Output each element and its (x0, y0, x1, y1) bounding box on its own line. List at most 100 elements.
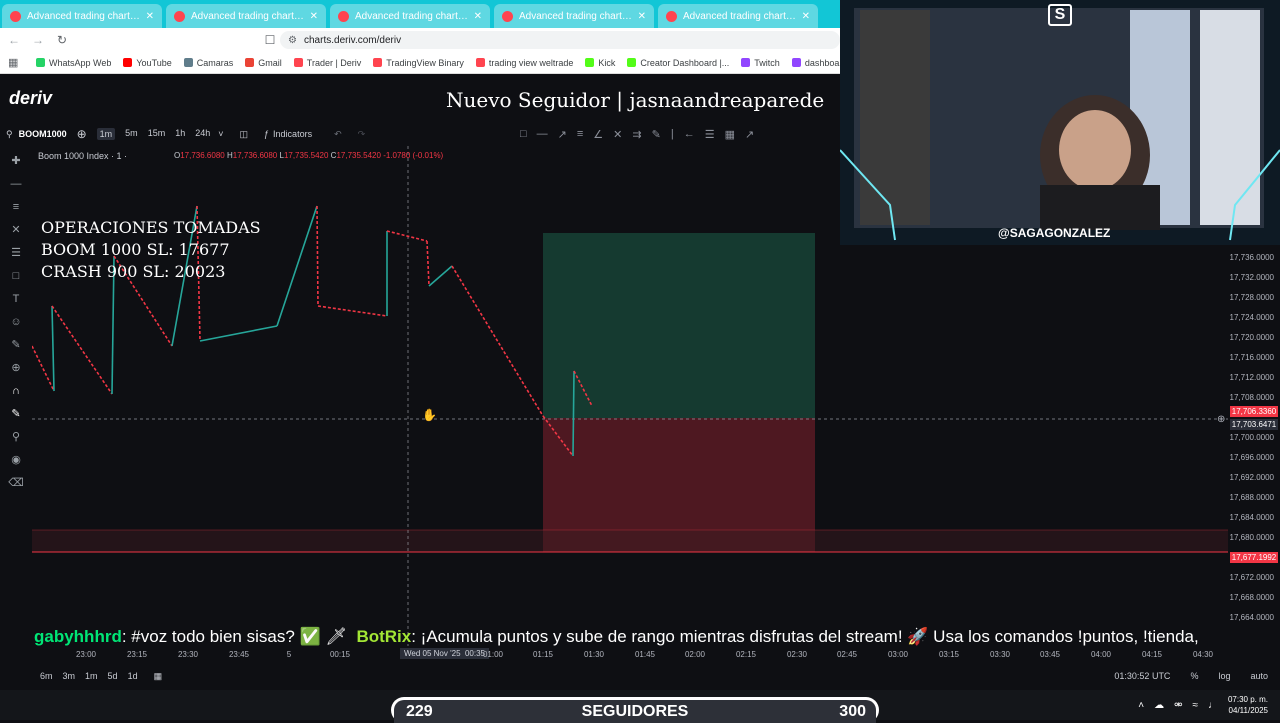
pattern-icon[interactable]: ✕ (11, 219, 20, 242)
timeframe-1m[interactable]: 1m (96, 128, 116, 140)
date-range-icon[interactable]: ▦ (154, 671, 163, 682)
price-tick: 17,696.0000 (1229, 453, 1275, 462)
indicators-button[interactable]: Indicators (273, 129, 312, 139)
browser-tab[interactable]: Advanced trading charts & tools | Deriv ✕ (658, 4, 818, 28)
bookmark-item[interactable]: Kick (585, 58, 615, 68)
clock[interactable]: 07:30 p. m. 04/11/2025 (1228, 694, 1268, 716)
browser-tab[interactable]: Advanced trading charts & tools | Deriv ✕ (166, 4, 326, 28)
log-toggle[interactable]: log (1218, 671, 1230, 681)
text-icon[interactable]: T (13, 288, 20, 311)
draw-mode-icon[interactable]: ✎ (11, 403, 20, 426)
redo-icon[interactable]: ↷ (358, 129, 366, 140)
tab-title: Advanced trading charts & tools | Deriv (519, 10, 634, 22)
range-5d[interactable]: 5d (108, 671, 118, 681)
vertical-line-icon[interactable]: | (671, 128, 674, 140)
deriv-favicon-icon (10, 10, 21, 22)
grid-icon[interactable]: ▦ (725, 128, 735, 141)
parallel-channel-icon[interactable]: ⇉ (632, 128, 641, 141)
ray-icon[interactable]: ← (684, 128, 695, 140)
crosshair-plus-icon[interactable]: ⊕ (1217, 414, 1225, 425)
zoom-icon[interactable]: ⊕ (11, 357, 20, 380)
undo-icon[interactable]: ↶ (334, 129, 342, 140)
bookmark-item[interactable]: WhatsApp Web (36, 58, 111, 68)
time-tick: 02:15 (735, 650, 757, 659)
lines-icon[interactable]: ≡ (13, 196, 19, 219)
deriv-logo[interactable]: deriv (9, 88, 52, 109)
timeframe-1h[interactable]: 1h (175, 128, 185, 140)
close-tab-icon[interactable]: ✕ (638, 11, 646, 22)
eye-icon[interactable]: ◉ (11, 449, 21, 472)
horizontal-line-icon[interactable]: — (537, 128, 548, 140)
magnet-icon[interactable]: ∩ (12, 380, 20, 403)
bookmark-item[interactable]: Trader | Deriv (293, 58, 361, 68)
emoji-icon[interactable]: ☺ (10, 311, 21, 334)
bookmark-item[interactable]: Twitch (741, 58, 780, 68)
bookmark-item[interactable]: Camaras (183, 58, 233, 68)
wifi-icon[interactable]: ≈ (1192, 700, 1198, 711)
timeframe-24h[interactable]: 24h (195, 128, 210, 140)
close-tab-icon[interactable]: ✕ (802, 11, 810, 22)
lock-icon[interactable]: ⚲ (12, 426, 20, 449)
mic-icon[interactable]: ⚮ (1174, 700, 1182, 711)
clock-time: 07:30 p. m. (1227, 695, 1268, 704)
trend-line-icon[interactable]: ↗ (558, 128, 567, 141)
site-info-icon[interactable]: ⚙ (288, 35, 297, 46)
operations-overlay: OPERACIONES TOMADAS BOOM 1000 SL: 17677 … (41, 217, 261, 283)
bookmark-item[interactable]: TradingView Binary (373, 58, 464, 68)
bookmark-favicon-icon (741, 58, 751, 67)
bookmark-item[interactable]: Gmail (245, 58, 282, 68)
brush-icon[interactable]: ✎ (652, 128, 661, 141)
apps-icon[interactable]: ▦ (8, 56, 18, 69)
address-bar[interactable]: ⚙ charts.deriv.com/deriv (280, 31, 840, 49)
range-3m[interactable]: 3m (63, 671, 76, 681)
close-tab-icon[interactable]: ✕ (310, 11, 318, 22)
pitchfork-icon[interactable]: ∠ (593, 128, 603, 141)
time-axis[interactable]: Wed 05 Nov '25 00:35 23:00 23:15 23:30 23:4… (32, 648, 1228, 664)
trash-icon[interactable]: ⌫ (8, 472, 24, 495)
close-tab-icon[interactable]: ✕ (146, 11, 154, 22)
search-icon[interactable]: ⚲ (6, 129, 13, 140)
chart-type-icon[interactable]: ◫ (240, 129, 249, 140)
crosshair-tool-icon[interactable]: □ (520, 128, 527, 140)
ruler-icon[interactable]: ✎ (11, 334, 20, 357)
volume-icon[interactable]: ♩ (1208, 700, 1218, 711)
range-1d[interactable]: 1d (128, 671, 138, 681)
shapes-icon[interactable]: □ (13, 265, 20, 288)
range-1m[interactable]: 1m (85, 671, 98, 681)
auto-toggle[interactable]: auto (1250, 671, 1268, 681)
time-tick: 04:15 (1141, 650, 1163, 659)
indicators-icon[interactable]: ƒ (264, 129, 269, 139)
line-tool-icon[interactable]: — (11, 173, 22, 196)
pattern-tool-icon[interactable]: ✕ (613, 128, 622, 141)
timeframe-15m[interactable]: 15m (148, 128, 166, 140)
browser-tab[interactable]: Advanced trading charts & tools | Deriv ✕ (330, 4, 490, 28)
timeframe-5m[interactable]: 5m (125, 128, 138, 140)
fib-icon[interactable]: ☰ (11, 242, 21, 265)
bookmark-item[interactable]: trading view weltrade (475, 58, 573, 68)
close-tab-icon[interactable]: ✕ (474, 11, 482, 22)
chart-bottom-bar: 6m 3m 1m 5d 1d ▦ 01:30:52 UTC % log auto (0, 666, 1280, 686)
browser-tab[interactable]: Advanced trading charts & tools | Deriv ✕ (2, 4, 162, 28)
chevron-up-icon[interactable]: ˄ (1138, 700, 1144, 711)
cloud-icon[interactable]: ☁ (1154, 700, 1164, 711)
back-icon[interactable]: ← (4, 33, 24, 47)
gann-icon[interactable]: ☰ (705, 128, 715, 141)
add-symbol-icon[interactable]: ⊕ (77, 127, 87, 141)
bookmark-item[interactable]: YouTube (123, 58, 172, 68)
browser-tab[interactable]: Advanced trading charts & tools | Deriv ✕ (494, 4, 654, 28)
time-tick: 23:30 (177, 650, 199, 659)
utc-time[interactable]: 01:30:52 UTC (1114, 671, 1170, 681)
fib-tool-icon[interactable]: ≡ (577, 128, 583, 140)
time-tick: 01:15 (532, 650, 554, 659)
percent-toggle[interactable]: % (1190, 671, 1198, 681)
reload-icon[interactable]: ↻ (52, 33, 72, 47)
measure-icon[interactable]: ↗ (745, 128, 754, 141)
bookmark-item[interactable]: Creator Dashboard |... (627, 58, 729, 68)
range-6m[interactable]: 6m (40, 671, 53, 681)
forward-icon[interactable]: → (28, 33, 48, 47)
symbol-selector[interactable]: BOOM1000 (19, 129, 71, 139)
timeframe-dropdown-icon[interactable]: ˅ (218, 129, 223, 139)
cursor-icon[interactable]: ✚ (11, 150, 20, 173)
tab-title: Advanced trading charts & tools | Deriv (683, 10, 798, 22)
bookmark-icon[interactable]: ☐ (260, 33, 280, 47)
